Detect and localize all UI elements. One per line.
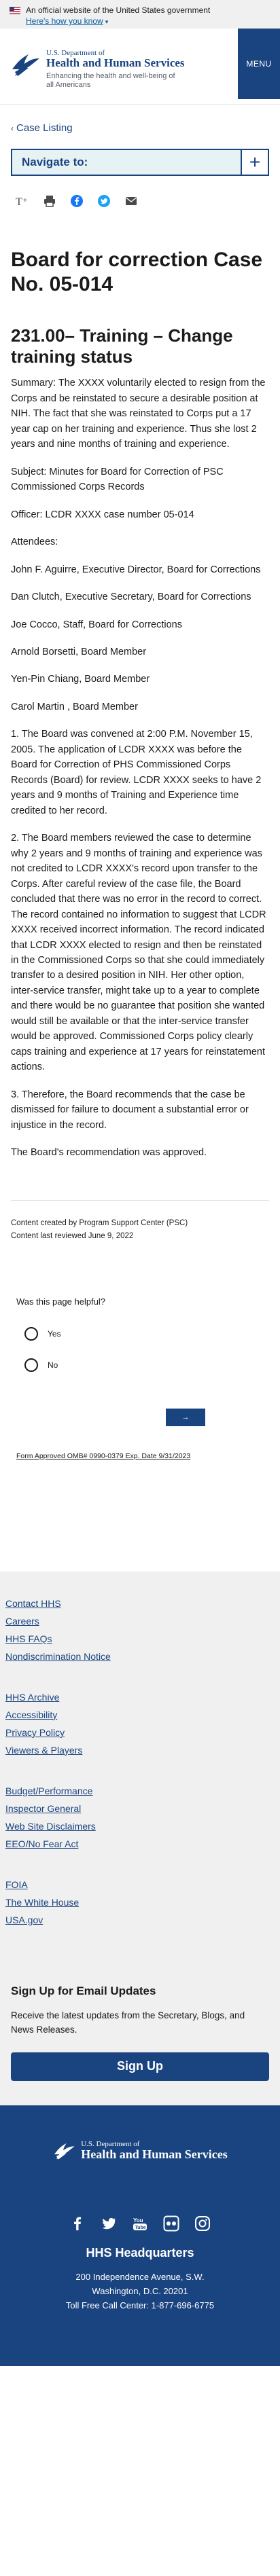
- footer-link-eeo-no-fear-act[interactable]: EEO/No Fear Act: [5, 1835, 275, 1853]
- site-footer: U.S. Department of Health and Human Serv…: [0, 2105, 280, 2366]
- footer-link-foia[interactable]: FOIA: [5, 1876, 275, 1893]
- feedback-submit-button[interactable]: →: [166, 1408, 205, 1426]
- content-created: Content created by Program Support Cente…: [11, 1218, 188, 1227]
- navigate-to-accordion[interactable]: Navigate to: +: [11, 149, 269, 176]
- chevron-left-icon: ‹: [11, 124, 14, 133]
- official-text: An official website of the United States…: [26, 5, 211, 15]
- feedback-no-label: No: [48, 1360, 58, 1370]
- footer-link-budget-performance[interactable]: Budget/Performance: [5, 1782, 275, 1800]
- article-body: Summary: The XXXX voluntarily elected to…: [11, 376, 269, 1160]
- page-tools: T +: [0, 176, 280, 208]
- article-paragraph: Arnold Borsetti, Board Member: [11, 647, 147, 657]
- hq-address-2: Washington, D.C. 20201: [92, 2285, 188, 2296]
- navigate-to-label: Navigate to:: [12, 150, 241, 175]
- chevron-down-icon: ▾: [105, 18, 109, 25]
- footer-group-3: Budget/Performance Inspector General Web S…: [5, 1782, 275, 1853]
- footer-link-accessibility[interactable]: Accessibility: [5, 1706, 275, 1724]
- svg-text:Tube: Tube: [135, 2226, 146, 2230]
- footer-logo[interactable]: U.S. Department of Health and Human Serv…: [52, 2139, 228, 2162]
- logo-tagline: Enhancing the health and well-being of a…: [46, 71, 175, 90]
- footer-group-1: Contact HHS Careers HHS FAQs Nondiscriminat…: [5, 1595, 275, 1665]
- footer-group-2: HHS Archive Accessibility Privacy Policy Vi…: [5, 1688, 275, 1759]
- feedback-no-option[interactable]: No: [16, 1358, 264, 1372]
- hq-address-1: 200 Independence Avenue, S.W.: [75, 2271, 205, 2282]
- feedback-question: Was this page helpful?: [16, 1296, 106, 1307]
- svg-text:T: T: [16, 196, 22, 208]
- twitter-icon[interactable]: [97, 194, 111, 208]
- svg-text:You: You: [133, 2217, 143, 2224]
- signup-title: Sign Up for Email Updates: [11, 1984, 156, 1997]
- hq-title: HHS Headquarters: [86, 2245, 194, 2260]
- article-paragraph: Officer: LCDR XXXX case number 05-014: [11, 509, 194, 520]
- footer-name-line: Health and Human Services: [81, 2147, 228, 2161]
- flickr-icon[interactable]: [162, 2215, 180, 2232]
- email-signup: Sign Up for Email Updates Receive the la…: [0, 1958, 280, 2105]
- radio-no[interactable]: [24, 1358, 38, 1372]
- article: Board for correction Case No. 05-014 231…: [0, 208, 280, 1161]
- sign-up-button[interactable]: Sign Up: [11, 2052, 269, 2081]
- footer-link-web-site-disclaimers[interactable]: Web Site Disclaimers: [5, 1817, 275, 1835]
- site-header: U.S. Department of Health and Human Serv…: [0, 29, 280, 105]
- page-title: Board for correction Case No. 05-014: [11, 249, 263, 295]
- plus-icon[interactable]: +: [241, 150, 268, 175]
- footer-link-hhs-faqs[interactable]: HHS FAQs: [5, 1630, 275, 1648]
- article-paragraph: Subject: Minutes for Board for Correctio…: [11, 466, 224, 493]
- signup-text: Receive the latest updates from the Secr…: [11, 2010, 245, 2035]
- hhs-eagle-icon: [12, 54, 39, 76]
- case-listing-link[interactable]: ‹ Case Listing: [11, 122, 73, 134]
- article-paragraph: 3. Therefore, the Board recommends that …: [11, 1089, 249, 1131]
- content-reviewed: Content last reviewed June 9, 2022: [11, 1232, 134, 1241]
- facebook-icon[interactable]: [69, 2215, 86, 2232]
- article-paragraph: 2. The Board members reviewed the case t…: [11, 833, 266, 1073]
- twitter-icon[interactable]: [100, 2215, 118, 2232]
- youtube-icon[interactable]: You Tube: [131, 2215, 149, 2232]
- breadcrumb: ‹ Case Listing: [0, 105, 280, 134]
- instagram-icon[interactable]: [194, 2215, 211, 2232]
- facebook-icon[interactable]: [69, 194, 84, 208]
- logo-name-line: Health and Human Services: [46, 56, 185, 69]
- print-icon[interactable]: [42, 194, 57, 208]
- footer-link-inspector-general[interactable]: Inspector General: [5, 1800, 275, 1817]
- social-links: You Tube: [11, 2215, 269, 2232]
- article-paragraph: Yen-Pin Chiang, Board Member: [11, 674, 150, 685]
- article-paragraph: Attendees:: [11, 537, 58, 548]
- radio-yes[interactable]: [24, 1326, 38, 1341]
- footer-link-usa-gov[interactable]: USA.gov: [5, 1911, 275, 1929]
- content-meta: Content created by Program Support Cente…: [0, 1201, 280, 1244]
- footer-group-4: FOIA The White House USA.gov: [5, 1876, 275, 1929]
- heres-how-you-know-link[interactable]: Here's how you know ▾: [26, 16, 108, 26]
- footer-link-hhs-archive[interactable]: HHS Archive: [5, 1688, 275, 1706]
- hhs-logo[interactable]: U.S. Department of Health and Human Serv…: [10, 34, 185, 90]
- us-flag-icon: [10, 6, 20, 14]
- footer-links: Contact HHS Careers HHS FAQs Nondiscriminat…: [0, 1571, 280, 1959]
- page-subtitle: 231.00– Training – Change training statu…: [11, 325, 233, 367]
- feedback-yes-label: Yes: [48, 1328, 61, 1339]
- article-paragraph: Dan Clutch, Executive Secretary, Board f…: [11, 592, 251, 603]
- hhs-eagle-icon: [54, 2143, 75, 2160]
- footer-link-contact-hhs[interactable]: Contact HHS: [5, 1595, 275, 1612]
- menu-button[interactable]: MENU: [238, 29, 280, 99]
- footer-link-careers[interactable]: Careers: [5, 1612, 275, 1630]
- svg-text:+: +: [23, 197, 27, 204]
- footer-dept-line: U.S. Department of: [81, 2139, 140, 2148]
- article-paragraph: The Board's recommendation was approved.: [11, 1147, 207, 1159]
- email-icon[interactable]: [124, 194, 139, 208]
- footer-link-the-white-house[interactable]: The White House: [5, 1893, 275, 1911]
- footer-link-viewers-players[interactable]: Viewers & Players: [5, 1741, 275, 1759]
- text-size-icon[interactable]: T +: [15, 194, 30, 208]
- article-paragraph: Carol Martin , Board Member: [11, 701, 138, 712]
- article-paragraph: Joe Cocco, Staff, Board for Corrections: [11, 619, 182, 630]
- feedback-yes-option[interactable]: Yes: [16, 1326, 264, 1341]
- footer-link-privacy-policy[interactable]: Privacy Policy: [5, 1724, 275, 1741]
- article-paragraph: 1. The Board was convened at 2:00 P.M. N…: [11, 729, 262, 816]
- footer-link-nondiscrimination-notice[interactable]: Nondiscrimination Notice: [5, 1648, 275, 1665]
- feedback-form: Was this page helpful? Yes No → Form App…: [11, 1277, 269, 1476]
- omb-link[interactable]: Form Approved OMB# 0990-0379 Exp. Date 9…: [16, 1452, 190, 1460]
- article-paragraph: Summary: The XXXX voluntarily elected to…: [11, 378, 266, 450]
- article-paragraph: John F. Aguirre, Executive Director, Boa…: [11, 564, 261, 575]
- gov-banner: An official website of the United States…: [0, 0, 280, 29]
- hq-phone: Toll Free Call Center: 1-877-696-6775: [65, 2300, 215, 2311]
